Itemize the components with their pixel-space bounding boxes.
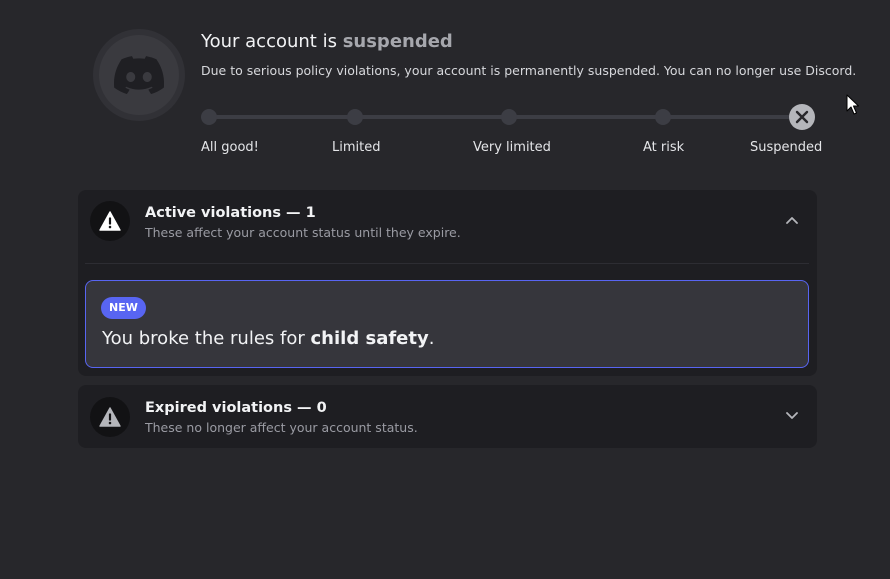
step-dot-at-risk <box>655 109 671 125</box>
step-dot-suspended <box>789 104 815 130</box>
step-dot-all-good <box>201 109 217 125</box>
close-icon <box>795 110 809 124</box>
divider <box>85 263 809 264</box>
expired-violations-subtitle: These no longer affect your account stat… <box>145 420 418 435</box>
warning-icon <box>99 407 121 427</box>
warning-icon <box>99 211 121 231</box>
violation-item[interactable] <box>85 280 809 368</box>
violation-text-suffix: . <box>428 328 435 349</box>
title-prefix: Your account is <box>201 31 343 52</box>
step-dot-limited <box>347 109 363 125</box>
step-label: Very limited <box>473 140 551 155</box>
step-label: All good! <box>201 140 259 155</box>
violation-text: You broke the rules for child safety. <box>102 328 434 350</box>
active-violations-header[interactable] <box>78 190 817 256</box>
expired-violations-icon-wrap <box>90 397 130 437</box>
step-dot-very-limited <box>501 109 517 125</box>
chevron-down-icon <box>786 412 798 419</box>
discord-logo-icon <box>114 56 164 94</box>
avatar <box>93 29 185 121</box>
active-violations-subtitle: These affect your account status until t… <box>145 225 461 240</box>
step-label: Suspended <box>750 140 823 155</box>
new-badge: NEW <box>101 297 146 319</box>
violation-category: child safety <box>310 328 429 349</box>
violation-text-prefix: You broke the rules for <box>102 328 311 349</box>
page-title: Your account is suspended <box>201 31 453 53</box>
expand-button[interactable] <box>784 408 800 424</box>
expired-violations-title: Expired violations — 0 <box>145 400 327 416</box>
collapse-button[interactable] <box>784 212 800 228</box>
active-violations-icon-wrap <box>90 201 130 241</box>
active-violations-title: Active violations — 1 <box>145 205 316 221</box>
step-label: At risk <box>643 140 685 155</box>
mouse-cursor-icon <box>846 94 859 115</box>
chevron-up-icon <box>786 217 798 224</box>
status-description: Due to serious policy violations, your a… <box>201 63 857 78</box>
step-label: Limited <box>332 140 381 155</box>
account-status: suspended <box>342 31 453 52</box>
